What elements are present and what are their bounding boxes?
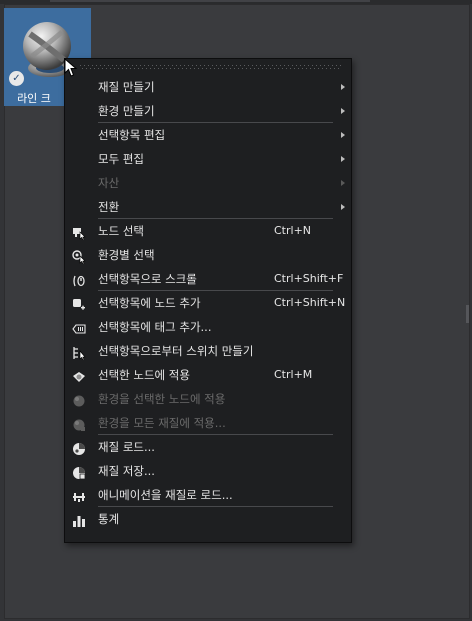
tab-strip xyxy=(50,0,370,2)
menu-item-label: 환경을 모든 재질에 적용... xyxy=(98,416,226,430)
menu-item-create-switch[interactable]: 선택항목으로부터 스위치 만들기 xyxy=(65,339,351,363)
add-tag-icon xyxy=(72,320,86,334)
apply-environment-node-icon xyxy=(72,392,86,407)
submenu-arrow-icon xyxy=(341,204,345,210)
menu-item-scroll-to-selection[interactable]: 선택항목으로 스크롤 Ctrl+Shift+F xyxy=(65,267,351,291)
menu-item-shortcut: Ctrl+N xyxy=(274,224,312,237)
menu-item-shortcut: Ctrl+M xyxy=(274,368,313,381)
menu-item-label: 선택항목에 태그 추가... xyxy=(98,320,212,334)
menu-item-label: 전환 xyxy=(98,200,120,214)
load-material-icon xyxy=(72,440,86,455)
menu-item-label: 노드 선택 xyxy=(98,224,144,238)
load-animation-icon xyxy=(72,488,86,502)
menu-item-label: 선택항목으로 스크롤 xyxy=(98,272,197,286)
submenu-arrow-icon xyxy=(341,108,345,114)
add-node-icon xyxy=(72,296,86,310)
submenu-arrow-icon xyxy=(341,156,345,162)
menu-item-label: 재질 저장... xyxy=(98,464,155,478)
menu-item-label: 환경 만들기 xyxy=(98,104,155,118)
submenu-arrow-icon xyxy=(341,132,345,138)
select-node-icon xyxy=(72,224,86,241)
menu-item-select-by-environment[interactable]: 환경별 선택 xyxy=(65,243,351,267)
menu-item-save-material[interactable]: 재질 저장... xyxy=(65,459,351,483)
menu-item-submenu-3[interactable]: 모두 편집 xyxy=(65,147,351,171)
menu-item-apply-environment-node: 환경을 선택한 노드에 적용 xyxy=(65,387,351,411)
menu-item-label: 모두 편집 xyxy=(98,152,144,166)
submenu-arrow-icon xyxy=(341,84,345,90)
menu-item-label: 선택한 노드에 적용 xyxy=(98,368,190,382)
menu-item-submenu-0[interactable]: 재질 만들기 xyxy=(65,75,351,99)
menu-item-label: 애니메이션을 재질로 로드... xyxy=(98,488,233,502)
context-menu: 재질 만들기환경 만들기선택항목 편집모두 편집자산전환노드 선택 Ctrl+N 환… xyxy=(64,58,352,543)
menu-grip[interactable] xyxy=(79,63,341,73)
scroll-to-selection-icon xyxy=(72,272,86,287)
apply-environment-all-icon xyxy=(72,416,86,431)
menu-item-load-material[interactable]: 재질 로드... xyxy=(65,435,351,459)
menu-item-add-node[interactable]: 선택항목에 노드 추가 Ctrl+Shift+N xyxy=(65,291,351,315)
apply-to-node-icon xyxy=(72,368,86,382)
save-material-icon xyxy=(72,464,86,480)
menu-item-label: 재질 로드... xyxy=(98,440,155,454)
menu-item-label: 재질 만들기 xyxy=(98,80,155,94)
menu-item-shortcut: Ctrl+Shift+F xyxy=(274,272,344,285)
menu-item-select-node[interactable]: 노드 선택 Ctrl+N xyxy=(65,219,351,243)
menu-item-label: 통계 xyxy=(98,512,120,526)
menu-item-submenu-1[interactable]: 환경 만들기 xyxy=(65,99,351,123)
menu-item-apply-environment-all: 환경을 모든 재질에 적용... xyxy=(65,411,351,435)
menu-item-statistics[interactable]: 통계 xyxy=(65,507,351,531)
splitter-handle[interactable] xyxy=(466,305,469,323)
statistics-icon xyxy=(72,512,86,527)
menu-item-add-tag[interactable]: 선택항목에 태그 추가... xyxy=(65,315,351,339)
menu-item-submenu-4: 자산 xyxy=(65,171,351,195)
mouse-cursor-icon xyxy=(64,58,78,77)
menu-item-label: 자산 xyxy=(98,176,120,190)
validation-check-icon: ✓ xyxy=(9,71,24,86)
create-switch-icon xyxy=(72,344,86,361)
menu-item-label: 선택항목에 노드 추가 xyxy=(98,296,201,310)
menu-item-label: 환경별 선택 xyxy=(98,248,155,262)
menu-item-label: 선택항목 편집 xyxy=(98,128,166,142)
menu-item-label: 선택항목으로부터 스위치 만들기 xyxy=(98,344,254,358)
material-label: 라인 크 xyxy=(17,92,51,105)
menu-item-shortcut: Ctrl+Shift+N xyxy=(274,296,346,309)
menu-item-apply-to-node[interactable]: 선택한 노드에 적용 Ctrl+M xyxy=(65,363,351,387)
menu-item-load-animation[interactable]: 애니메이션을 재질로 로드... xyxy=(65,483,351,507)
select-by-environment-icon xyxy=(72,248,86,265)
menu-item-submenu-5[interactable]: 전환 xyxy=(65,195,351,219)
submenu-arrow-icon xyxy=(341,180,345,186)
menu-item-label: 환경을 선택한 노드에 적용 xyxy=(98,392,226,406)
menu-item-submenu-2[interactable]: 선택항목 편집 xyxy=(65,123,351,147)
